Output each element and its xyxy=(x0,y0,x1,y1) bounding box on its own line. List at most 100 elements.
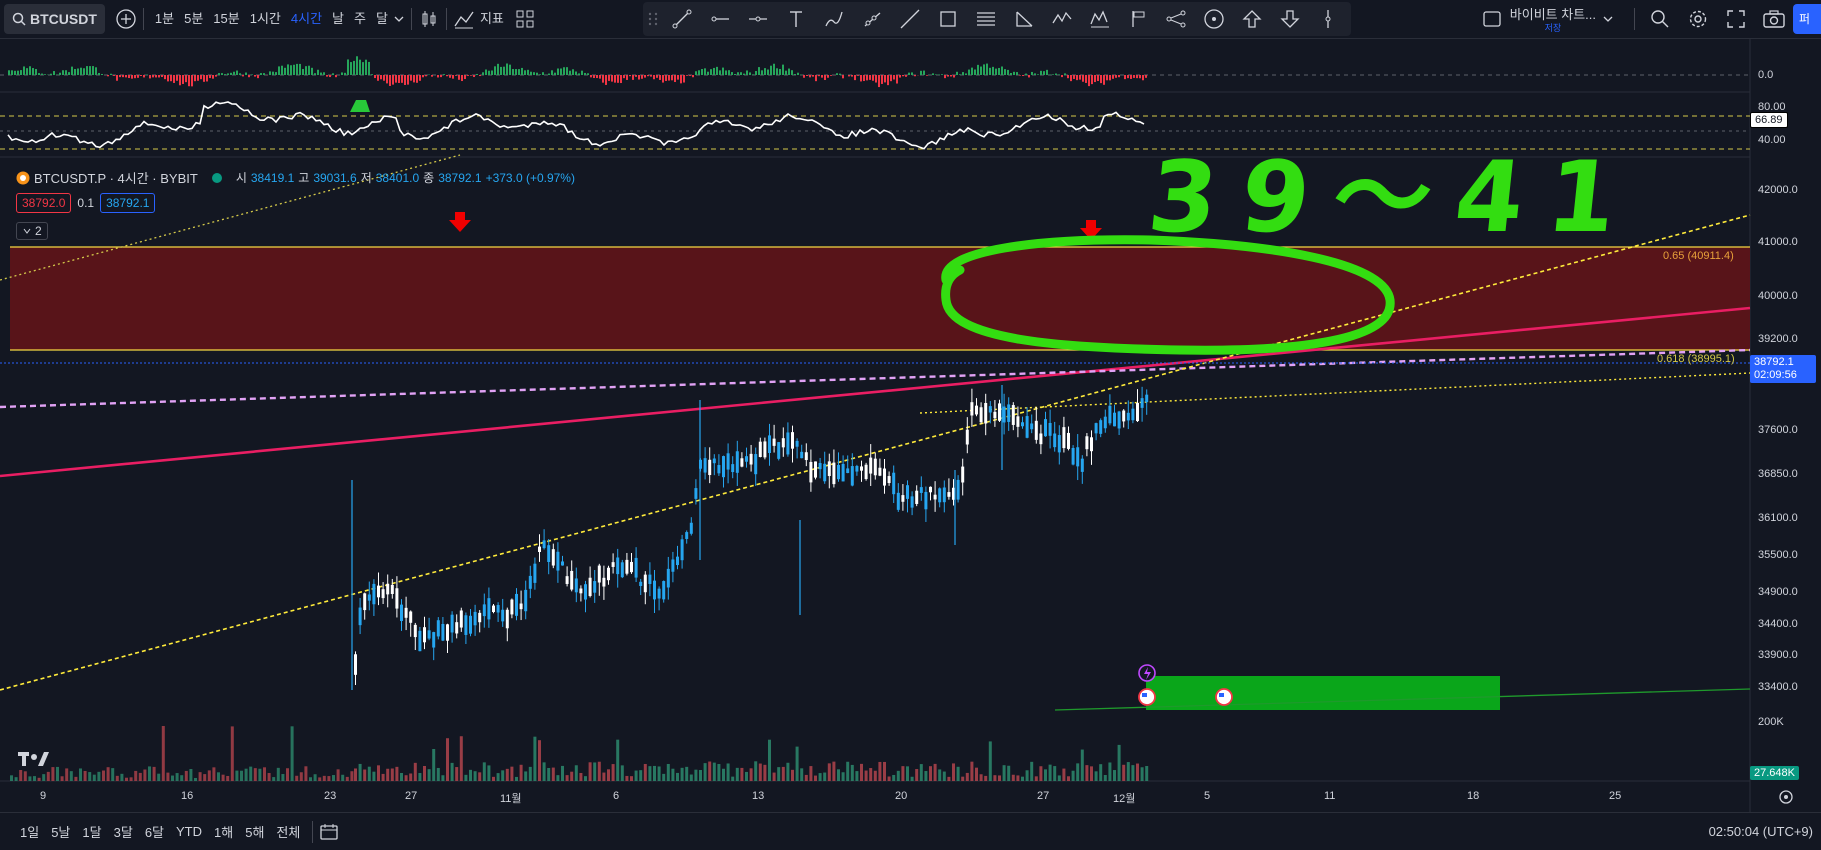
green-range-box[interactable] xyxy=(1146,676,1500,710)
yellow-dotted-channel[interactable] xyxy=(920,373,1750,413)
oscillator-bar xyxy=(272,72,274,75)
volume-bars xyxy=(10,726,1148,781)
violet-dashed-line[interactable] xyxy=(0,350,1750,407)
volume-bar xyxy=(819,773,822,781)
oscillator-bar xyxy=(239,73,241,75)
oscillator-bar xyxy=(596,75,598,78)
us-flag-event-icon[interactable] xyxy=(1216,689,1232,705)
rsi-40-label: 40.00 xyxy=(1758,134,1786,146)
volume-bar xyxy=(731,777,734,781)
oscillator-bar xyxy=(377,75,379,81)
candle-body xyxy=(740,458,743,466)
candle-body xyxy=(957,480,960,500)
volume-bar xyxy=(400,773,403,781)
volume-bar xyxy=(395,767,398,781)
volume-bar xyxy=(1085,765,1088,781)
candle-body xyxy=(644,575,647,593)
oscillator-bar xyxy=(989,68,991,75)
oscillator-bar xyxy=(1133,75,1135,78)
oscillator-bar xyxy=(242,75,244,76)
fib-0618-label: 0.618 (38995.1) xyxy=(1657,353,1735,365)
us-flag-event-icon[interactable] xyxy=(1139,689,1155,705)
oscillator-bar xyxy=(803,75,805,78)
oscillator-bar xyxy=(167,75,169,81)
oscillator-bar xyxy=(635,75,637,77)
range-1y[interactable]: 1해 xyxy=(208,822,239,841)
oscillator-bar xyxy=(386,75,388,83)
oscillator-bar xyxy=(764,68,766,75)
oscillator-bar xyxy=(605,75,607,85)
legend-title[interactable]: BTCUSDT.P · 4시간 · BYBIT xyxy=(34,168,198,187)
oscillator-bar xyxy=(152,75,154,77)
candle-body xyxy=(777,442,780,459)
oscillator-bar xyxy=(1070,75,1072,81)
volume-bar xyxy=(300,772,303,781)
oscillator-bar xyxy=(533,72,535,75)
candle-body xyxy=(1104,417,1107,429)
oscillator-bar xyxy=(1043,71,1045,75)
market-status-dot[interactable] xyxy=(212,173,222,183)
oscillator-bar xyxy=(413,75,415,82)
volume-bar xyxy=(906,766,909,781)
candle-body xyxy=(1145,395,1148,402)
oscillator-bar xyxy=(1127,75,1129,78)
candle-body xyxy=(556,552,559,571)
oscillator-bar xyxy=(491,70,493,75)
goto-date-icon[interactable] xyxy=(319,823,339,841)
handwritten-price-target[interactable]: 39～41 xyxy=(1143,118,1649,260)
oscillator-bar xyxy=(992,67,994,75)
volume-bar xyxy=(777,767,780,781)
time-label: 16 xyxy=(181,790,193,802)
arrow-down-marker[interactable] xyxy=(449,212,471,232)
range-3m[interactable]: 3달 xyxy=(108,822,139,841)
oscillator-bar xyxy=(626,75,628,80)
candle-body xyxy=(1053,434,1056,448)
candle-body xyxy=(589,578,592,596)
oscillator-bar xyxy=(875,75,877,83)
oscillator-bar xyxy=(602,75,604,83)
range-all[interactable]: 전체 xyxy=(270,822,306,841)
range-ytd[interactable]: YTD xyxy=(170,824,208,839)
range-5y[interactable]: 5해 xyxy=(239,822,270,841)
oscillator-bar xyxy=(689,75,691,76)
candle-body xyxy=(676,557,679,565)
volume-bar xyxy=(598,762,601,781)
candle-body xyxy=(980,407,983,422)
collapse-indicators-button[interactable]: 2 xyxy=(16,222,48,240)
volume-bar xyxy=(1039,766,1042,781)
volume-bar xyxy=(745,772,748,781)
oscillator-bar xyxy=(125,75,127,77)
range-1d[interactable]: 1일 xyxy=(14,822,45,841)
volume-bar xyxy=(235,771,238,781)
candle-body xyxy=(1141,398,1144,408)
event-flash-icon[interactable] xyxy=(1139,665,1155,681)
oscillator-bar xyxy=(398,75,400,83)
price-label: 35500.0 xyxy=(1758,549,1798,561)
time-label: 18 xyxy=(1467,790,1479,802)
oscillator-bar xyxy=(557,68,559,75)
oscillator-bar xyxy=(50,74,52,75)
candle-body xyxy=(1007,404,1010,422)
sell-bid-button[interactable]: 38792.0 xyxy=(16,193,71,213)
oscillator-bar xyxy=(1037,74,1039,75)
oscillator-bar xyxy=(824,75,826,80)
range-5d[interactable]: 5날 xyxy=(45,822,76,841)
oscillator-bar xyxy=(692,75,694,77)
volume-bar xyxy=(685,767,688,781)
clock-timezone[interactable]: 02:50:04 (UTC+9) xyxy=(1709,824,1813,839)
range-6m[interactable]: 6달 xyxy=(139,822,170,841)
volume-bar xyxy=(750,768,753,781)
axis-settings-icon[interactable] xyxy=(1778,789,1794,805)
oscillator-bar xyxy=(494,66,496,75)
volume-bar xyxy=(1049,765,1052,781)
resistance-zone[interactable] xyxy=(10,247,1750,350)
volume-bar xyxy=(189,769,192,781)
oscillator-bar xyxy=(1067,75,1069,78)
volume-bar xyxy=(616,740,619,781)
volume-bar xyxy=(658,766,661,781)
candle-body xyxy=(1030,423,1033,429)
buy-ask-button[interactable]: 38792.1 xyxy=(100,193,155,213)
range-1m[interactable]: 1달 xyxy=(76,822,107,841)
candle-body xyxy=(621,562,624,577)
candle-body xyxy=(773,439,776,446)
